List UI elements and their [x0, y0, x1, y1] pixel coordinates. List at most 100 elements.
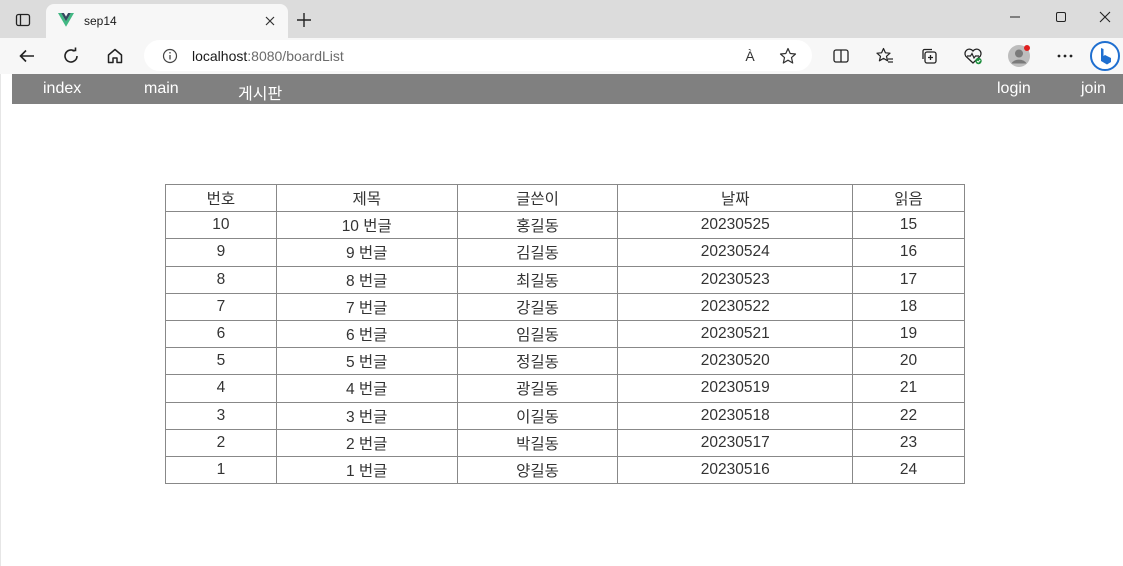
cell-author: 정길동	[456, 347, 619, 376]
cell-views: 19	[852, 319, 965, 349]
cell-title[interactable]: 5 번글	[275, 347, 458, 376]
cell-title[interactable]: 4 번글	[275, 374, 458, 403]
cell-number: 9	[165, 238, 277, 267]
cell-views: 17	[852, 265, 965, 294]
info-icon[interactable]	[156, 42, 184, 70]
cell-number: 10	[165, 211, 277, 240]
cell-author: 홍길동	[456, 211, 619, 240]
browser-toolbar: localhost:8080/boardList À	[0, 38, 1123, 74]
cell-author: 김길동	[456, 238, 619, 267]
cell-author: 박길동	[456, 428, 619, 457]
cell-title[interactable]: 2 번글	[275, 428, 458, 457]
collections-icon[interactable]	[914, 41, 944, 71]
cell-title[interactable]: 3 번글	[275, 401, 458, 430]
browser-essentials-icon[interactable]	[958, 41, 988, 71]
column-header-title: 제목	[275, 183, 458, 213]
cell-date: 20230520	[617, 347, 854, 376]
tab-actions-icon[interactable]	[8, 8, 38, 32]
table-row[interactable]: 9 9 번글 김길동 20230524 16	[165, 238, 965, 267]
browser-tab[interactable]: sep14	[46, 4, 288, 38]
cell-date: 20230517	[617, 428, 854, 457]
url-path: :8080/boardList	[247, 47, 344, 64]
cell-number: 3	[165, 401, 277, 430]
cell-views: 22	[852, 401, 965, 430]
cell-date: 20230524	[617, 238, 854, 267]
board-list-table: 번호 제목 글쓴이 날짜 읽음 10 10 번글 홍길동 20230525 15…	[165, 183, 965, 485]
table-row[interactable]: 6 6 번글 임길동 20230521 19	[165, 319, 965, 349]
bing-icon[interactable]	[1090, 41, 1120, 71]
url-host: localhost	[192, 47, 248, 64]
cell-title[interactable]: 6 번글	[275, 319, 458, 349]
cell-title[interactable]: 7 번글	[275, 292, 458, 321]
table-row[interactable]: 2 2 번글 박길동 20230517 23	[165, 428, 965, 457]
browser-tab-strip: sep14	[0, 0, 1123, 38]
url-text: localhost:8080/boardList	[192, 48, 344, 64]
nav-link-board[interactable]: 게시판	[238, 80, 282, 104]
cell-views: 23	[852, 428, 965, 457]
cell-date: 20230521	[617, 319, 854, 349]
home-icon[interactable]	[100, 41, 130, 71]
table-header-row: 번호 제목 글쓴이 날짜 읽음	[165, 183, 965, 213]
read-aloud-icon[interactable]: À	[736, 42, 764, 70]
top-navbar: index main 게시판 login join	[12, 74, 1123, 104]
refresh-icon[interactable]	[56, 41, 86, 71]
cell-number: 1	[165, 455, 277, 485]
cell-number: 2	[165, 428, 277, 457]
table-row[interactable]: 10 10 번글 홍길동 20230525 15	[165, 211, 965, 240]
cell-views: 15	[852, 211, 965, 240]
cell-title[interactable]: 8 번글	[275, 265, 458, 294]
back-icon[interactable]	[12, 41, 42, 71]
cell-author: 임길동	[456, 319, 619, 349]
column-header-views: 읽음	[852, 183, 965, 213]
cell-views: 20	[852, 347, 965, 376]
table-row[interactable]: 7 7 번글 강길동 20230522 18	[165, 292, 965, 321]
cell-date: 20230522	[617, 292, 854, 321]
table-row[interactable]: 8 8 번글 최길동 20230523 17	[165, 265, 965, 294]
column-header-author: 글쓴이	[456, 183, 619, 213]
nav-link-join[interactable]: join	[1081, 80, 1106, 98]
cell-number: 6	[165, 319, 277, 349]
cell-title[interactable]: 1 번글	[275, 455, 458, 485]
nav-link-login[interactable]: login	[997, 80, 1031, 98]
table-row[interactable]: 5 5 번글 정길동 20230520 20	[165, 347, 965, 376]
cell-title[interactable]: 10 번글	[275, 211, 458, 240]
maximize-icon[interactable]	[1038, 4, 1084, 30]
more-icon[interactable]	[1050, 41, 1080, 71]
address-bar[interactable]: localhost:8080/boardList À	[144, 40, 812, 71]
cell-title[interactable]: 9 번글	[275, 238, 458, 267]
cell-date: 20230525	[617, 211, 854, 240]
tab-title: sep14	[84, 14, 117, 28]
cell-views: 16	[852, 238, 965, 267]
cell-views: 24	[852, 455, 965, 485]
cell-number: 8	[165, 265, 277, 294]
nav-link-index[interactable]: index	[43, 80, 81, 98]
cell-views: 18	[852, 292, 965, 321]
cell-date: 20230523	[617, 265, 854, 294]
favorite-star-icon[interactable]	[774, 42, 802, 70]
cell-author: 양길동	[456, 455, 619, 485]
table-row[interactable]: 1 1 번글 양길동 20230516 24	[165, 455, 965, 485]
split-screen-icon[interactable]	[826, 41, 856, 71]
cell-number: 5	[165, 347, 277, 376]
window-close-icon[interactable]	[1082, 4, 1123, 30]
cell-author: 광길동	[456, 374, 619, 403]
minimize-icon[interactable]	[992, 4, 1038, 30]
table-row[interactable]: 3 3 번글 이길동 20230518 22	[165, 401, 965, 430]
table-row[interactable]: 4 4 번글 광길동 20230519 21	[165, 374, 965, 403]
cell-date: 20230516	[617, 455, 854, 485]
close-icon[interactable]	[256, 9, 284, 33]
favorites-icon[interactable]	[870, 41, 900, 71]
cell-number: 7	[165, 292, 277, 321]
plus-icon[interactable]	[290, 8, 318, 32]
vue-logo-icon	[58, 12, 74, 31]
nav-link-main[interactable]: main	[144, 80, 179, 98]
cell-author: 이길동	[456, 401, 619, 430]
column-header-number: 번호	[165, 183, 277, 213]
cell-author: 강길동	[456, 292, 619, 321]
cell-views: 21	[852, 374, 965, 403]
profile-icon[interactable]	[1004, 41, 1034, 71]
cell-date: 20230519	[617, 374, 854, 403]
cell-date: 20230518	[617, 401, 854, 430]
cell-author: 최길동	[456, 265, 619, 294]
cell-number: 4	[165, 374, 277, 403]
